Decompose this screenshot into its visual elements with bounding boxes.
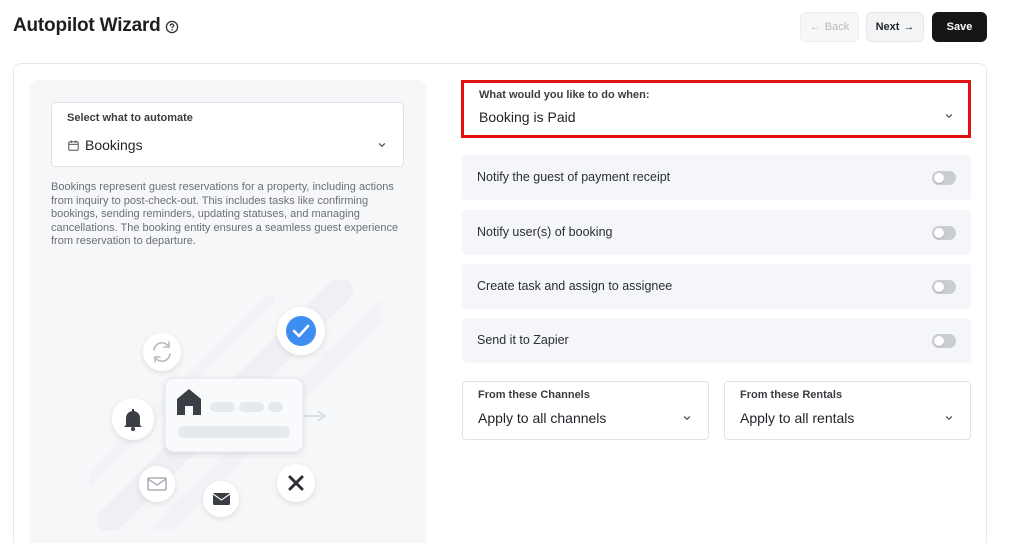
trigger-select[interactable]: What would you like to do when: Booking … xyxy=(461,80,971,138)
back-button-label: Back xyxy=(824,21,850,33)
save-button[interactable]: Save xyxy=(932,12,987,42)
trigger-select-label: What would you like to do when: xyxy=(479,89,650,101)
action-label: Create task and assign to assignee xyxy=(477,279,673,293)
toggle-knob xyxy=(934,173,944,183)
zapier-toggle[interactable] xyxy=(932,334,956,348)
next-button[interactable]: Next → xyxy=(866,12,924,42)
channels-select-label: From these Channels xyxy=(478,389,590,401)
action-row-zapier: Send it to Zapier xyxy=(462,318,971,363)
chevron-down-icon xyxy=(945,416,953,420)
question-circle-icon[interactable] xyxy=(165,20,179,34)
action-label: Notify the guest of payment receipt xyxy=(477,170,671,184)
entity-select-label: Select what to automate xyxy=(67,112,193,124)
calendar-icon xyxy=(68,140,79,151)
back-button[interactable]: ← Back xyxy=(800,12,859,42)
action-row-notify-guest: Notify the guest of payment receipt xyxy=(462,155,971,200)
arrow-right-icon: → xyxy=(903,20,915,33)
rentals-select[interactable]: From these Rentals Apply to all rentals xyxy=(724,381,971,440)
create-task-toggle[interactable] xyxy=(932,280,956,294)
chevron-down-icon xyxy=(945,114,953,118)
rentals-select-label: From these Rentals xyxy=(740,389,843,401)
wizard-header: Autopilot Wizard ← Back Next → Save xyxy=(0,0,1009,56)
chevron-down-icon xyxy=(378,143,386,147)
entity-select-value: Bookings xyxy=(85,137,143,153)
channels-select[interactable]: From these Channels Apply to all channel… xyxy=(462,381,709,440)
automation-illustration xyxy=(90,280,380,530)
notify-guest-toggle[interactable] xyxy=(932,171,956,185)
rentals-select-value: Apply to all rentals xyxy=(740,410,855,426)
toggle-knob xyxy=(934,228,944,238)
notify-users-toggle[interactable] xyxy=(932,226,956,240)
mail-outline-icon xyxy=(139,466,175,502)
action-label: Notify user(s) of booking xyxy=(477,225,613,239)
sync-icon xyxy=(143,333,181,371)
entity-description: Bookings represent guest reservations fo… xyxy=(51,181,399,247)
arrow-left-icon: ← xyxy=(809,20,821,33)
chevron-down-icon xyxy=(683,416,691,420)
toggle-knob xyxy=(934,282,944,292)
action-row-notify-users: Notify user(s) of booking xyxy=(462,210,971,255)
action-label: Send it to Zapier xyxy=(477,333,569,347)
channels-select-value: Apply to all channels xyxy=(478,410,607,426)
trigger-select-value: Booking is Paid xyxy=(479,109,576,125)
next-button-label: Next xyxy=(875,21,900,33)
action-row-create-task: Create task and assign to assignee xyxy=(462,264,971,309)
entity-select[interactable]: Select what to automate Bookings xyxy=(51,102,404,167)
page-title: Autopilot Wizard xyxy=(13,15,161,36)
toggle-knob xyxy=(934,336,944,346)
